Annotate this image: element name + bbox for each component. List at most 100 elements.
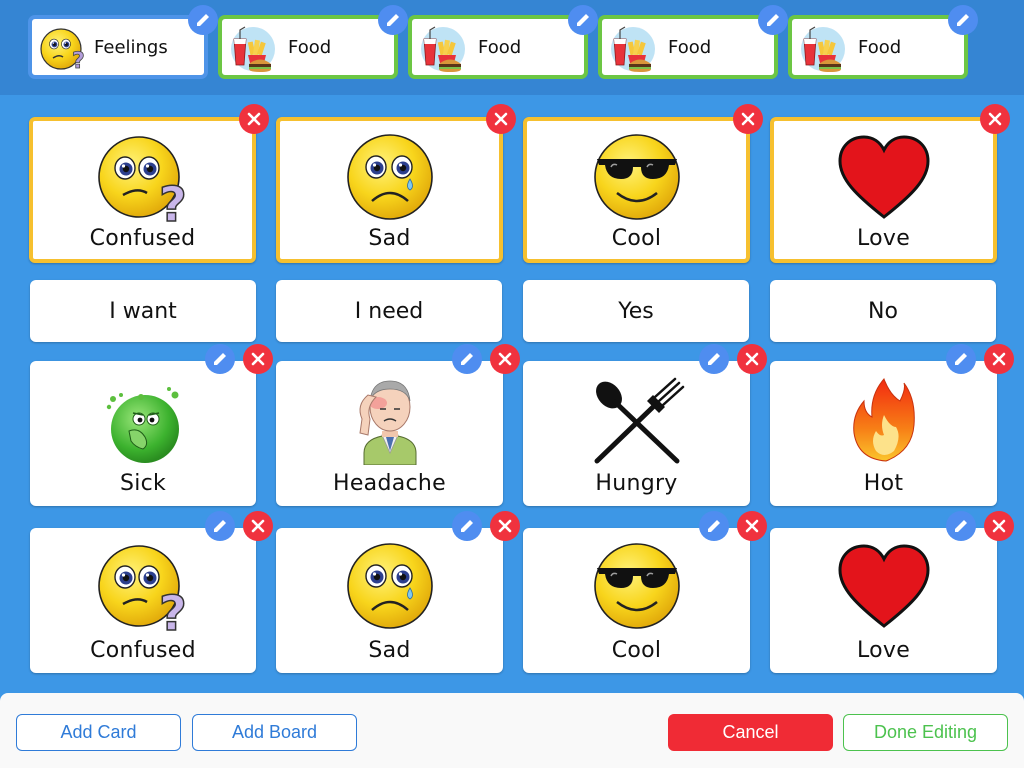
- headache-person-icon: [358, 380, 416, 465]
- close-icon: [251, 519, 265, 533]
- sunglasses-face-icon: [593, 134, 680, 220]
- card-sick[interactable]: Sick: [30, 344, 273, 506]
- sick-face-icon: [106, 387, 179, 463]
- edit-action-bar: Add Card Add Board Cancel Done Editing: [0, 693, 1024, 768]
- edit-card-button[interactable]: [946, 511, 976, 541]
- heart-icon: [837, 135, 930, 219]
- fast-food-icon: [611, 26, 655, 72]
- delete-card-button[interactable]: [239, 104, 269, 134]
- pencil-icon: [461, 520, 473, 532]
- delete-card-button[interactable]: [737, 511, 767, 541]
- close-icon: [745, 519, 759, 533]
- card-hot[interactable]: Hot: [770, 344, 1014, 506]
- card-label: Love: [856, 638, 911, 663]
- tab-food[interactable]: Food: [598, 5, 788, 79]
- delete-card-button[interactable]: [980, 104, 1010, 134]
- svg-text:?: ?: [159, 586, 187, 632]
- delete-card-button[interactable]: [984, 344, 1014, 374]
- close-icon: [498, 352, 512, 366]
- delete-card-button[interactable]: [984, 511, 1014, 541]
- edit-card-button[interactable]: [452, 344, 482, 374]
- tab-food[interactable]: Food: [218, 5, 408, 79]
- delete-card-button[interactable]: [490, 511, 520, 541]
- tab-food[interactable]: Food: [788, 5, 978, 79]
- card-label: Love: [856, 226, 911, 251]
- heart-icon: [837, 544, 930, 628]
- sunglasses-face-icon: [593, 543, 680, 629]
- card-label: Headache: [333, 471, 446, 496]
- delete-card-button[interactable]: [243, 511, 273, 541]
- card-sad[interactable]: Sad: [276, 511, 520, 673]
- pencil-icon: [387, 14, 399, 26]
- delete-card-button[interactable]: [486, 104, 516, 134]
- add-board-button[interactable]: Add Board: [192, 714, 357, 751]
- card-cool[interactable]: Cool: [523, 511, 767, 673]
- fast-food-icon: [231, 26, 275, 72]
- edit-tab-button[interactable]: [758, 5, 788, 35]
- pencil-icon: [214, 520, 226, 532]
- delete-card-button[interactable]: [490, 344, 520, 374]
- close-icon: [992, 519, 1006, 533]
- pencil-icon: [214, 353, 226, 365]
- tab-label: Food: [668, 37, 712, 58]
- tab-feelings[interactable]: ? Feelings: [28, 5, 218, 79]
- cancel-button[interactable]: Cancel: [668, 714, 833, 751]
- confused-face-icon: ?: [98, 545, 188, 632]
- card-confused[interactable]: ? Confused: [29, 104, 269, 263]
- pencil-icon: [955, 353, 967, 365]
- edit-card-button[interactable]: [452, 511, 482, 541]
- sad-face-icon: [346, 134, 433, 220]
- phrase-no[interactable]: No: [770, 280, 996, 342]
- confused-face-icon: ?: [97, 136, 187, 223]
- close-icon: [988, 112, 1002, 126]
- close-icon: [741, 112, 755, 126]
- phrase-i-want[interactable]: I want: [30, 280, 256, 342]
- edit-card-button[interactable]: [946, 344, 976, 374]
- board-tab-bar: ? Feelings Food Food Food Food: [0, 0, 1024, 95]
- card-label: Cool: [611, 226, 662, 251]
- edit-card-button[interactable]: [205, 511, 235, 541]
- phrase-yes[interactable]: Yes: [523, 280, 749, 342]
- delete-card-button[interactable]: [733, 104, 763, 134]
- close-icon: [992, 352, 1006, 366]
- add-card-button[interactable]: Add Card: [16, 714, 181, 751]
- edit-tab-button[interactable]: [378, 5, 408, 35]
- edit-tab-button[interactable]: [188, 5, 218, 35]
- edit-card-button[interactable]: [699, 344, 729, 374]
- confused-face-icon: ?: [40, 28, 85, 73]
- spoon-fork-icon: [594, 377, 684, 464]
- edit-card-button[interactable]: [699, 511, 729, 541]
- tab-label: Food: [858, 37, 902, 58]
- pencil-icon: [197, 14, 209, 26]
- close-icon: [498, 519, 512, 533]
- card-cool[interactable]: Cool: [523, 104, 763, 263]
- delete-card-button[interactable]: [243, 344, 273, 374]
- edit-tab-button[interactable]: [948, 5, 978, 35]
- delete-card-button[interactable]: [737, 344, 767, 374]
- pencil-icon: [461, 353, 473, 365]
- tab-label: Food: [288, 37, 332, 58]
- edit-card-button[interactable]: [205, 344, 235, 374]
- flame-icon: [852, 378, 915, 462]
- card-headache[interactable]: Headache: [276, 344, 520, 506]
- phrase-i-need[interactable]: I need: [276, 280, 502, 342]
- card-label: Hot: [863, 471, 904, 496]
- card-confused[interactable]: ? Confused: [30, 511, 273, 673]
- sad-face-icon: [346, 543, 433, 629]
- card-love[interactable]: Love: [770, 511, 1014, 673]
- card-sad[interactable]: Sad: [276, 104, 516, 263]
- done-editing-button[interactable]: Done Editing: [843, 714, 1008, 751]
- tab-food[interactable]: Food: [408, 5, 598, 79]
- card-love[interactable]: Love: [770, 104, 1010, 263]
- card-hungry[interactable]: Hungry: [523, 344, 767, 506]
- pencil-icon: [767, 14, 779, 26]
- pencil-icon: [957, 14, 969, 26]
- pencil-icon: [955, 520, 967, 532]
- close-icon: [251, 352, 265, 366]
- close-icon: [247, 112, 261, 126]
- edit-tab-button[interactable]: [568, 5, 598, 35]
- close-icon: [745, 352, 759, 366]
- tab-label: Food: [478, 37, 522, 58]
- close-icon: [494, 112, 508, 126]
- pencil-icon: [577, 14, 589, 26]
